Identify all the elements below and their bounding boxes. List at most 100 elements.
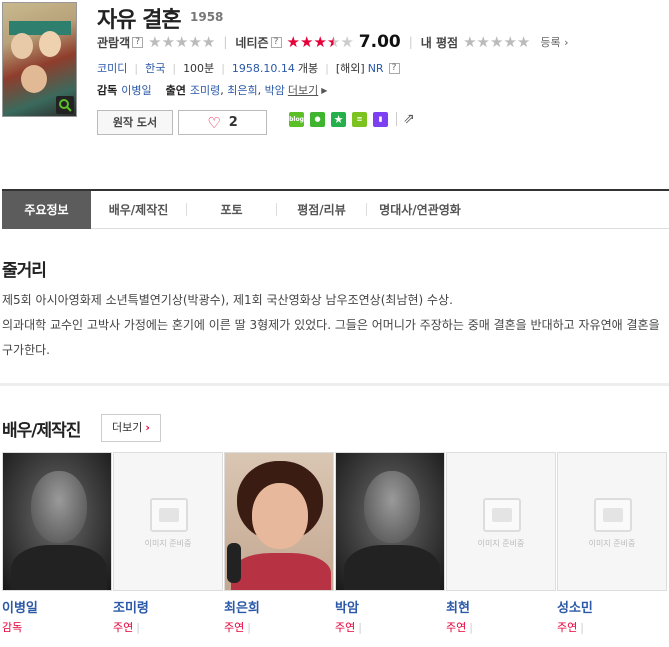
comma: , (257, 83, 265, 97)
cast-item[interactable]: 박암 주연 | (335, 452, 446, 635)
section-divider (0, 383, 669, 386)
movie-info-row: 코미디 | 한국 | 100분 | 1958.10.14 개봉 | [해외] N… (97, 60, 400, 76)
help-icon[interactable]: ? (270, 36, 282, 48)
cast-role: 주연 | (335, 621, 362, 634)
cast-role: 감독 (2, 621, 23, 634)
divider: | (408, 35, 413, 49)
my-rating-stars[interactable]: ★★★★★ (463, 34, 530, 50)
image-placeholder-icon (594, 498, 632, 532)
placeholder-text: 이미지 준비중 (588, 539, 636, 548)
cast-label: 출연 (165, 84, 186, 97)
blog-icon[interactable]: blog (289, 111, 304, 127)
cast-item[interactable]: 최은희 주연 | (224, 452, 335, 635)
rating-row: 관람객 ? ★★★★★ | 네티즌 ? ★★★★★ 7.00 | 내 평점 ★★… (97, 32, 569, 52)
zoom-icon[interactable] (56, 96, 74, 114)
divider (396, 112, 397, 126)
bar-icon[interactable]: ▮ (373, 111, 388, 127)
like-count: 2 (228, 115, 238, 130)
cast-photo[interactable] (335, 452, 445, 591)
movie-poster[interactable] (2, 2, 77, 117)
divider: | (134, 61, 139, 75)
star-icon[interactable]: ★ (331, 111, 346, 127)
tab-main-info[interactable]: 주요정보 (2, 190, 91, 229)
chevron-right-icon: ▶ (321, 85, 328, 95)
divider: | (172, 61, 177, 75)
tab-photo[interactable]: 포토 (187, 191, 276, 229)
divider: | (325, 61, 329, 75)
overseas-label: [해외] (335, 62, 365, 75)
cast-name[interactable]: 성소민 (557, 597, 668, 616)
cast-role: 주연 | (113, 621, 140, 634)
audience-label: 관람객 (97, 35, 131, 50)
share-row: blog ● ★ ≡ ▮ ⇗ (289, 111, 415, 127)
divider: | (223, 35, 228, 49)
synopsis-line: 제5회 아시아영화제 소년특별연기상(박광수), 제1회 국산영화상 남우조연상… (2, 293, 453, 307)
divider: | (221, 61, 225, 75)
netizen-score: 7.00 (358, 32, 401, 52)
cast-name[interactable]: 이병일 (2, 597, 113, 616)
synopsis-line: 의과대학 교수인 고박사 가정에는 혼기에 이른 딸 3형제가 있었다. 그들은… (2, 318, 660, 357)
netizen-label: 네티즌 (235, 35, 269, 50)
share-out-icon[interactable]: ⇗ (403, 111, 415, 127)
cast-item[interactable]: 이병일 감독 (2, 452, 113, 635)
poster-figure (11, 33, 33, 59)
release-suffix: 개봉 (297, 62, 319, 75)
cast-name[interactable]: 조미령 (113, 597, 224, 616)
director-link[interactable]: 이병일 (121, 82, 151, 98)
cast-role: 주연 | (224, 621, 251, 634)
cast-item[interactable]: 이미지 준비중 조미령 주연 | (113, 452, 224, 635)
rating-grade-link[interactable]: NR (368, 62, 384, 75)
cast-name[interactable]: 최현 (446, 597, 557, 616)
cast-role: 주연 | (557, 621, 584, 634)
tab-quotes[interactable]: 명대사/연관영화 (367, 191, 473, 229)
chevron-right-icon: › (145, 421, 150, 434)
chat-icon[interactable]: ● (310, 111, 325, 127)
runtime: 100분 (183, 62, 215, 75)
cast-item[interactable]: 이미지 준비중 성소민 주연 | (557, 452, 668, 635)
cast-item[interactable]: 이미지 준비중 최현 주연 | (446, 452, 557, 635)
cast-link[interactable]: 박암 (265, 82, 285, 98)
movie-year: 1958 (190, 10, 224, 24)
register-rating-link[interactable]: 등록 › (540, 34, 568, 50)
movie-title: 자유 결혼 (97, 8, 182, 33)
cast-link[interactable]: 최은희 (227, 82, 257, 98)
list-icon[interactable]: ≡ (352, 111, 367, 127)
cast-link[interactable]: 조미령 (190, 82, 220, 98)
poster-figure (21, 65, 47, 93)
placeholder-text: 이미지 준비중 (144, 539, 192, 548)
cast-photo[interactable] (224, 452, 334, 591)
comma: , (220, 83, 228, 97)
cast-photo-placeholder[interactable]: 이미지 준비중 (113, 452, 223, 591)
director-label: 감독 (97, 84, 118, 97)
poster-figure (39, 31, 61, 57)
release-date-link[interactable]: 1958.10.14 (232, 62, 295, 75)
cast-list: 이병일 감독 이미지 준비중 조미령 주연 | 최은희 주연 | 박암 주연 | 이미… (2, 452, 668, 635)
audience-stars: ★★★★★ (148, 33, 216, 51)
cast-photo-placeholder[interactable]: 이미지 준비중 (446, 452, 556, 591)
placeholder-text: 이미지 준비중 (477, 539, 525, 548)
image-placeholder-icon (483, 498, 521, 532)
my-rating-label: 내 평점 (420, 35, 459, 50)
tab-reviews[interactable]: 평점/리뷰 (277, 191, 366, 229)
cast-role: 주연 | (446, 621, 473, 634)
cast-more-button[interactable]: 더보기 › (101, 414, 161, 442)
synopsis-text: 제5회 아시아영화제 소년특별연기상(박광수), 제1회 국산영화상 남우조연상… (2, 288, 667, 363)
heart-icon: ♡ (207, 113, 221, 132)
cast-name[interactable]: 박암 (335, 597, 446, 616)
tab-bar: 주요정보 배우/제작진 포토 평점/리뷰 명대사/연관영화 (2, 189, 669, 229)
synopsis-title: 줄거리 (2, 261, 47, 281)
cast-name[interactable]: 최은희 (224, 597, 335, 616)
credits-more-link[interactable]: 더보기 (288, 82, 318, 98)
cast-photo[interactable] (2, 452, 112, 591)
genre-link[interactable]: 코미디 (97, 60, 127, 76)
like-button[interactable]: ♡ 2 (178, 110, 267, 135)
country-link[interactable]: 한국 (145, 60, 165, 76)
image-placeholder-icon (150, 498, 188, 532)
cast-section-title: 배우/제작진 (2, 421, 81, 441)
netizen-stars: ★★★★★ (286, 33, 354, 51)
original-book-button[interactable]: 원작 도서 (97, 110, 173, 135)
cast-photo-placeholder[interactable]: 이미지 준비중 (557, 452, 667, 591)
help-icon[interactable]: ? (388, 62, 400, 74)
tab-cast[interactable]: 배우/제작진 (91, 191, 186, 229)
help-icon[interactable]: ? (132, 36, 144, 48)
